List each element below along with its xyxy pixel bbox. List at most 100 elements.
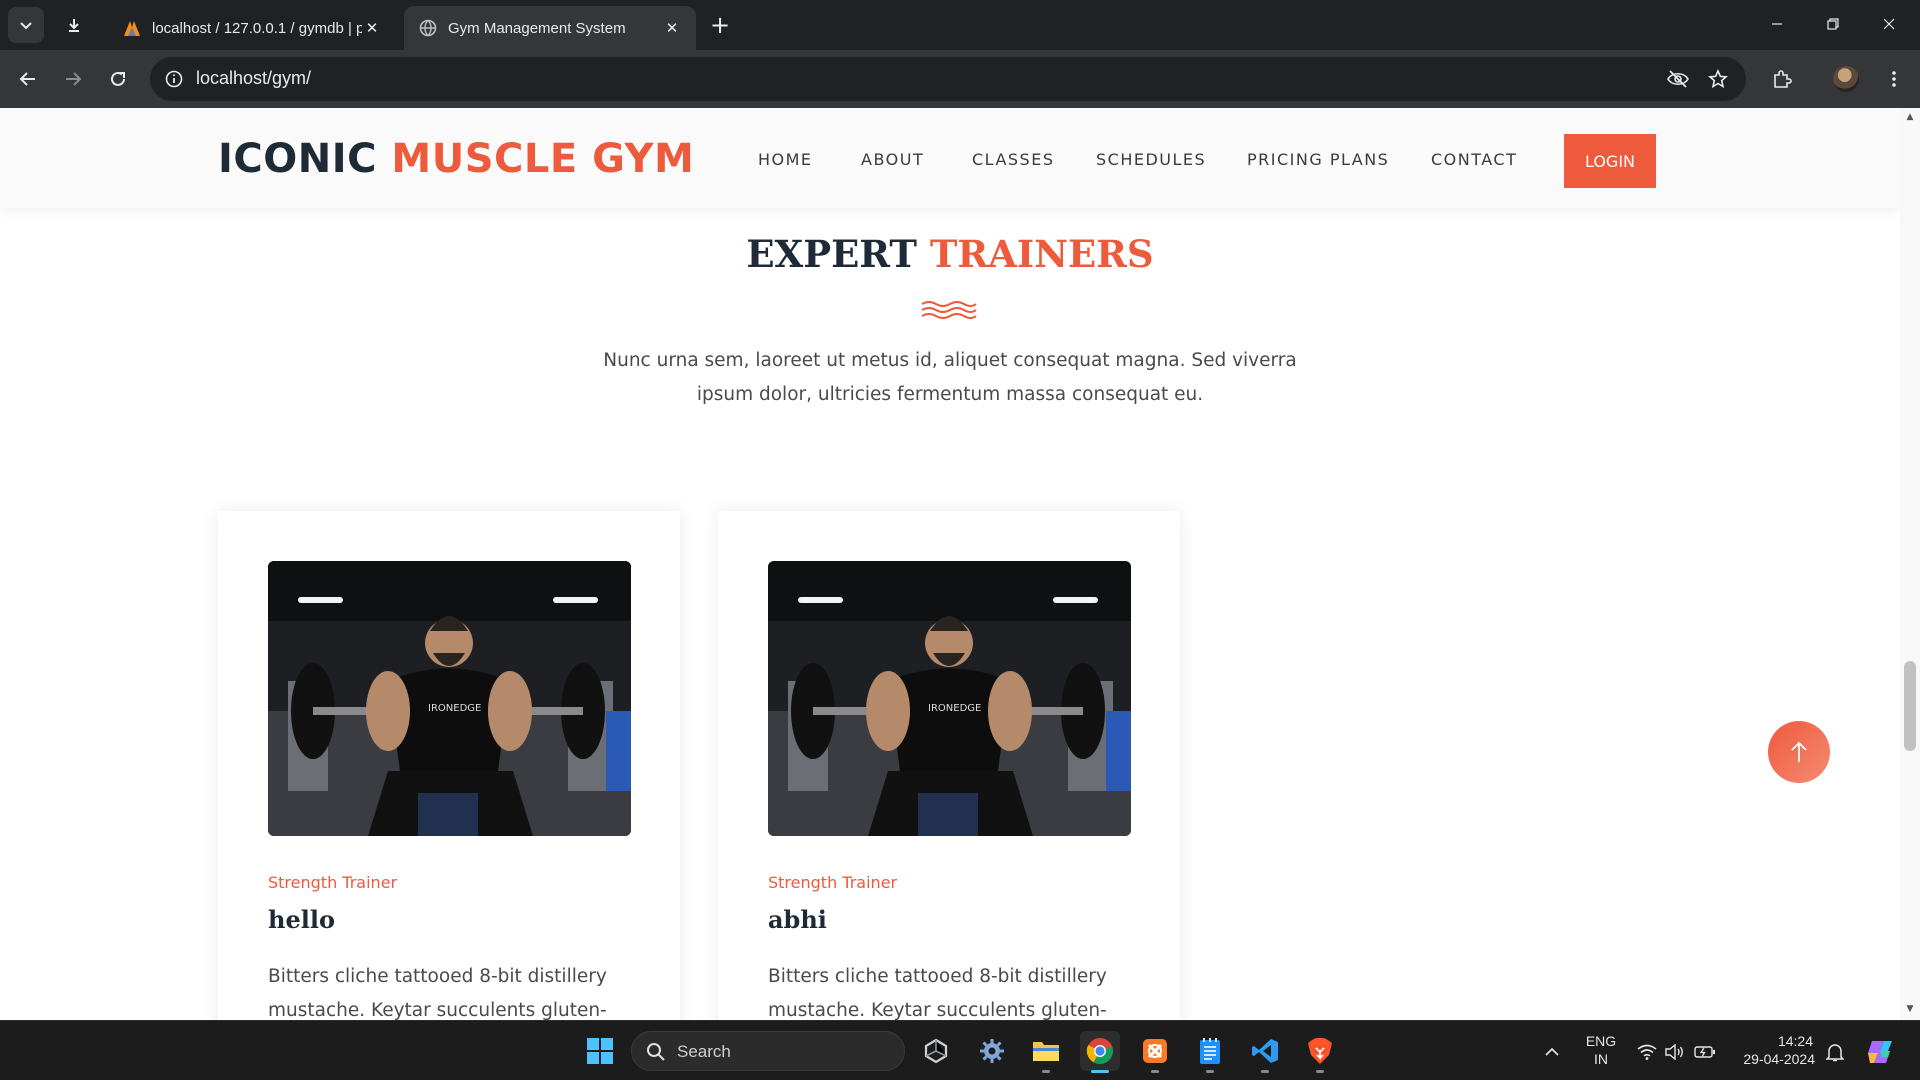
puzzle-icon — [1774, 70, 1792, 88]
tab-gym-management[interactable]: Gym Management System ✕ — [404, 6, 696, 50]
profile-button[interactable] — [1828, 61, 1864, 97]
scroll-up-arrow-icon[interactable]: ▲ — [1904, 112, 1916, 124]
phpmyadmin-icon — [122, 18, 142, 38]
tab-title: localhost / 127.0.0.1 / gymdb | phpMyAdm… — [152, 19, 362, 37]
taskbar-app-settings[interactable] — [972, 1031, 1012, 1071]
download-icon — [69, 19, 79, 32]
search-label: Search — [677, 1042, 731, 1061]
address-bar[interactable]: localhost/gym/ — [150, 57, 1746, 101]
nav-pricing-plans[interactable]: PRICING PLANS — [1247, 150, 1389, 169]
running-indicator — [1261, 1070, 1269, 1073]
eye-off-icon[interactable] — [1662, 63, 1694, 95]
login-button[interactable]: LOGIN — [1564, 134, 1656, 188]
taskbar-app-file-explorer[interactable] — [1026, 1031, 1066, 1073]
browser-tab-strip: localhost / 127.0.0.1 / gymdb | phpMyAdm… — [0, 0, 1920, 50]
windows-logo-icon — [587, 1038, 613, 1064]
page-viewport: ICONIC MUSCLE GYM HOME ABOUT CLASSES SCH… — [0, 108, 1920, 1020]
xampp-icon — [1143, 1039, 1167, 1063]
back-to-top-button[interactable] — [1768, 721, 1830, 783]
taskbar-app-xampp[interactable] — [1135, 1031, 1175, 1073]
close-tab-icon[interactable]: ✕ — [662, 18, 682, 38]
clock[interactable]: 14:24 29-04-2024 — [1735, 1032, 1815, 1068]
page-scrollbar[interactable]: ▲ ▼ — [1900, 108, 1920, 1020]
taskbar-search[interactable]: Search — [631, 1031, 905, 1071]
taskbar-app-chrome[interactable] — [1080, 1031, 1120, 1073]
minimize-button[interactable] — [1754, 6, 1800, 42]
search-icon — [647, 1043, 665, 1061]
site-info-icon[interactable] — [158, 63, 190, 95]
show-hidden-icons-chevron-icon[interactable] — [1541, 1041, 1563, 1063]
downloads-button[interactable] — [56, 7, 92, 43]
trainer-role: Strength Trainer — [268, 873, 398, 892]
tab-phpmyadmin[interactable]: localhost / 127.0.0.1 / gymdb | phpMyAdm… — [108, 6, 396, 50]
running-indicator — [1316, 1070, 1324, 1073]
arrow-up-icon — [1791, 741, 1807, 762]
battery-icon[interactable] — [1694, 1041, 1716, 1063]
new-tab-button[interactable]: + — [702, 7, 738, 43]
arrow-right-icon — [66, 72, 82, 86]
minimize-icon — [1772, 23, 1782, 25]
logo-text-accent: MUSCLE GYM — [391, 136, 695, 182]
browser-menu-button[interactable] — [1876, 61, 1912, 97]
url-text: localhost/gym/ — [196, 68, 312, 88]
scrollbar-thumb[interactable] — [1904, 661, 1916, 751]
wifi-icon[interactable] — [1636, 1041, 1658, 1063]
start-button[interactable] — [580, 1031, 620, 1071]
unity-hex-icon — [924, 1038, 948, 1064]
svg-text:IRONEDGE: IRONEDGE — [928, 703, 981, 714]
clock-time: 14:24 — [1777, 1033, 1813, 1049]
clock-date: 29-04-2024 — [1743, 1051, 1815, 1067]
trainer-name: abhi — [768, 905, 827, 934]
wave-divider-icon — [921, 301, 977, 319]
nav-home[interactable]: HOME — [758, 150, 813, 169]
back-button[interactable] — [10, 61, 46, 97]
more-vertical-icon — [1892, 71, 1896, 87]
taskbar-app-unity[interactable] — [916, 1031, 956, 1071]
nav-schedules[interactable]: SCHEDULES — [1096, 150, 1206, 169]
browser-toolbar: localhost/gym/ — [0, 50, 1920, 108]
trainer-role: Strength Trainer — [768, 873, 898, 892]
scroll-down-arrow-icon[interactable]: ▼ — [1904, 1004, 1916, 1016]
tab-title: Gym Management System — [448, 19, 626, 37]
nav-contact[interactable]: CONTACT — [1431, 150, 1517, 169]
logo-text-primary: ICONIC — [218, 136, 377, 182]
section-title-accent: TRAINERS — [929, 232, 1154, 276]
running-indicator — [1206, 1070, 1214, 1073]
taskbar-app-brave[interactable] — [1300, 1031, 1340, 1073]
extensions-button[interactable] — [1764, 61, 1800, 97]
svg-text:IRONEDGE: IRONEDGE — [428, 703, 481, 714]
active-indicator — [1091, 1070, 1109, 1073]
restore-button[interactable] — [1810, 6, 1856, 42]
nav-classes[interactable]: CLASSES — [972, 150, 1054, 169]
taskbar-app-vscode[interactable] — [1245, 1031, 1285, 1073]
input-language-indicator[interactable]: ENG IN — [1580, 1032, 1622, 1068]
close-tab-icon[interactable]: ✕ — [362, 18, 382, 38]
bookmark-star-icon[interactable] — [1702, 63, 1734, 95]
brave-lion-icon — [1308, 1038, 1332, 1064]
avatar — [1833, 66, 1859, 92]
running-indicator — [1042, 1070, 1050, 1073]
folder-icon — [1033, 1042, 1059, 1061]
chevron-down-icon — [20, 22, 32, 30]
trainer-card[interactable]: IRONEDGE Strength Trainer abhi Bitters c… — [718, 511, 1180, 1020]
vscode-icon — [1252, 1039, 1278, 1063]
language-code: ENG — [1585, 1033, 1617, 1049]
taskbar: Search ENG IN 14:24 29-04-2024 — [0, 1020, 1920, 1080]
reload-button[interactable] — [100, 61, 136, 97]
copilot-icon[interactable] — [1866, 1037, 1896, 1067]
close-window-button[interactable] — [1866, 6, 1912, 42]
nav-about[interactable]: ABOUT — [861, 150, 924, 169]
notification-bell-icon[interactable] — [1824, 1041, 1846, 1063]
close-icon — [1883, 18, 1895, 30]
trainer-name: hello — [268, 905, 335, 934]
forward-button[interactable] — [55, 61, 91, 97]
section-description: Nunc urna sem, laoreet ut metus id, aliq… — [603, 350, 1297, 405]
running-indicator — [1151, 1070, 1159, 1073]
gear-icon — [980, 1039, 1004, 1063]
site-logo[interactable]: ICONIC MUSCLE GYM — [218, 136, 694, 182]
taskbar-app-notepad[interactable] — [1190, 1031, 1230, 1073]
trainer-card[interactable]: IRONEDGE Strength Trainer hello Bitters … — [218, 511, 680, 1020]
volume-icon[interactable] — [1664, 1041, 1686, 1063]
section-title-primary: EXPERT — [746, 232, 917, 276]
tab-search-button[interactable] — [8, 7, 44, 43]
